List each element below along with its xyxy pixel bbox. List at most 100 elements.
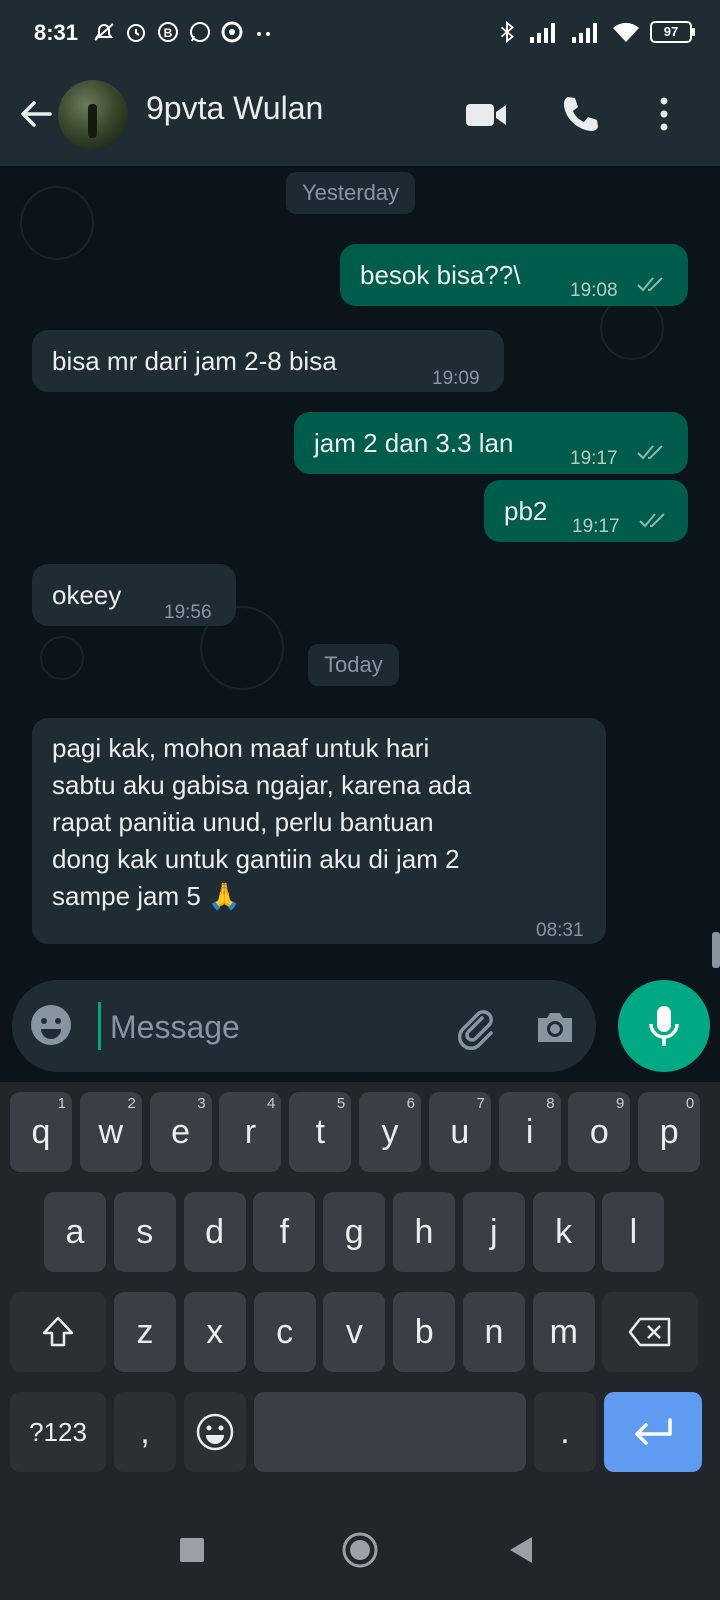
- key-m[interactable]: m: [532, 1292, 595, 1372]
- outgoing-message[interactable]: jam 2 dan 3.3 lan 19:17: [294, 412, 688, 474]
- key-g[interactable]: g: [323, 1192, 386, 1272]
- home-icon[interactable]: [340, 1530, 380, 1570]
- key-t[interactable]: t5: [289, 1092, 352, 1172]
- key-d[interactable]: d: [183, 1192, 246, 1272]
- back-arrow-icon[interactable]: [16, 94, 56, 134]
- message-time: 19:17: [572, 516, 620, 537]
- message-time: 19:17: [570, 448, 618, 469]
- key-q[interactable]: q1: [10, 1092, 72, 1172]
- key-w[interactable]: w2: [79, 1092, 142, 1172]
- b-app-icon: B: [158, 22, 178, 42]
- microphone-icon: [649, 1006, 679, 1046]
- shift-icon: [42, 1316, 74, 1347]
- incoming-message[interactable]: pagi kak, mohon maaf untuk hari sabtu ak…: [32, 718, 606, 944]
- circle-app-icon: [221, 21, 243, 43]
- key-a[interactable]: a: [44, 1192, 106, 1272]
- read-ticks-icon: [637, 445, 663, 460]
- message-text: jam 2 dan 3.3 lan: [314, 428, 514, 458]
- date-chip-yesterday: Yesterday: [286, 172, 416, 214]
- svg-text:B: B: [164, 26, 173, 40]
- backspace-icon: [628, 1317, 671, 1347]
- key-z[interactable]: z: [114, 1292, 176, 1372]
- date-chip-today: Today: [308, 644, 399, 686]
- notification-icons: B: [92, 19, 276, 45]
- wallpaper-doodle: [40, 636, 84, 680]
- outgoing-message[interactable]: pb2 19:17: [484, 480, 688, 542]
- key-p[interactable]: p0: [638, 1092, 701, 1172]
- recents-icon[interactable]: [172, 1530, 212, 1570]
- wallpaper-doodle: [20, 186, 94, 260]
- video-call-icon[interactable]: [462, 90, 510, 138]
- navigation-bar: [0, 1500, 720, 1600]
- read-ticks-icon: [639, 513, 665, 528]
- signal-icon: [572, 23, 597, 43]
- chat-header: 9pvta Wulan: [0, 66, 720, 166]
- message-text: pb2: [504, 496, 548, 526]
- status-bar: 8:31 B 97: [0, 0, 720, 66]
- key-v[interactable]: v: [323, 1292, 386, 1372]
- message-text: besok bisa??\: [360, 260, 521, 290]
- read-ticks-icon: [637, 277, 663, 292]
- message-text: okeey: [52, 580, 122, 610]
- signal-icon: [530, 23, 555, 43]
- key-f[interactable]: f: [253, 1192, 316, 1272]
- shift-key[interactable]: [10, 1292, 106, 1372]
- soft-keyboard: q1w2e3r4t5y6u7i8o9p0 asdfghjkl zxcvbnm ?…: [0, 1082, 720, 1500]
- message-composer: [12, 980, 596, 1072]
- key-b[interactable]: b: [393, 1292, 456, 1372]
- message-time: 19:09: [432, 368, 480, 389]
- key-l[interactable]: l: [602, 1192, 665, 1272]
- smiley-icon: [196, 1413, 234, 1451]
- message-time: 19:56: [164, 602, 212, 623]
- message-time: 19:08: [570, 280, 618, 301]
- key-i[interactable]: i8: [498, 1092, 561, 1172]
- camera-icon[interactable]: [532, 1004, 578, 1050]
- back-nav-icon[interactable]: [502, 1530, 542, 1570]
- system-icons: 97: [496, 20, 695, 44]
- key-s[interactable]: s: [113, 1192, 176, 1272]
- key-j[interactable]: j: [462, 1192, 525, 1272]
- mute-icon: [94, 23, 114, 41]
- key-r[interactable]: r4: [219, 1092, 282, 1172]
- emoji-key[interactable]: [184, 1392, 246, 1472]
- alarm-icon: [127, 24, 145, 42]
- message-input[interactable]: [108, 998, 432, 1056]
- emoji-icon[interactable]: [28, 1002, 74, 1048]
- period-key[interactable]: .: [534, 1392, 596, 1472]
- contact-name[interactable]: 9pvta Wulan: [146, 90, 323, 127]
- attach-icon[interactable]: [452, 1004, 498, 1050]
- more-options-icon[interactable]: [640, 90, 688, 138]
- key-u[interactable]: u7: [428, 1092, 491, 1172]
- clock: 8:31: [34, 20, 79, 45]
- voice-message-button[interactable]: [618, 980, 710, 1072]
- more-dots-icon: [257, 32, 270, 36]
- wifi-icon: [613, 22, 639, 42]
- symbols-key[interactable]: ?123: [10, 1392, 106, 1472]
- chat-area[interactable]: Yesterday besok bisa??\ 19:08 bisa mr da…: [0, 166, 720, 978]
- key-e[interactable]: e3: [149, 1092, 212, 1172]
- comma-key[interactable]: ,: [114, 1392, 176, 1472]
- outgoing-message[interactable]: besok bisa??\ 19:08: [340, 244, 688, 306]
- key-h[interactable]: h: [393, 1192, 455, 1272]
- whatsapp-icon: [190, 22, 210, 42]
- key-n[interactable]: n: [463, 1292, 525, 1372]
- key-y[interactable]: y6: [359, 1092, 421, 1172]
- enter-key[interactable]: [604, 1392, 702, 1472]
- key-x[interactable]: x: [183, 1292, 246, 1372]
- incoming-message[interactable]: bisa mr dari jam 2-8 bisa 19:09: [32, 330, 504, 392]
- battery-indicator: 97: [650, 21, 695, 43]
- message-text: bisa mr dari jam 2-8 bisa: [52, 346, 337, 376]
- text-cursor: [98, 1002, 101, 1050]
- scroll-indicator[interactable]: [712, 932, 720, 968]
- enter-icon: [635, 1418, 672, 1445]
- bluetooth-icon: [500, 20, 514, 44]
- message-text: pagi kak, mohon maaf untuk hari sabtu ak…: [52, 733, 472, 911]
- key-c[interactable]: c: [253, 1292, 316, 1372]
- backspace-key[interactable]: [602, 1292, 698, 1372]
- phone-call-icon[interactable]: [556, 90, 604, 138]
- space-key[interactable]: [254, 1392, 526, 1472]
- key-k[interactable]: k: [532, 1192, 595, 1272]
- incoming-message[interactable]: okeey 19:56: [32, 564, 236, 626]
- avatar[interactable]: [58, 80, 128, 150]
- key-o[interactable]: o9: [568, 1092, 631, 1172]
